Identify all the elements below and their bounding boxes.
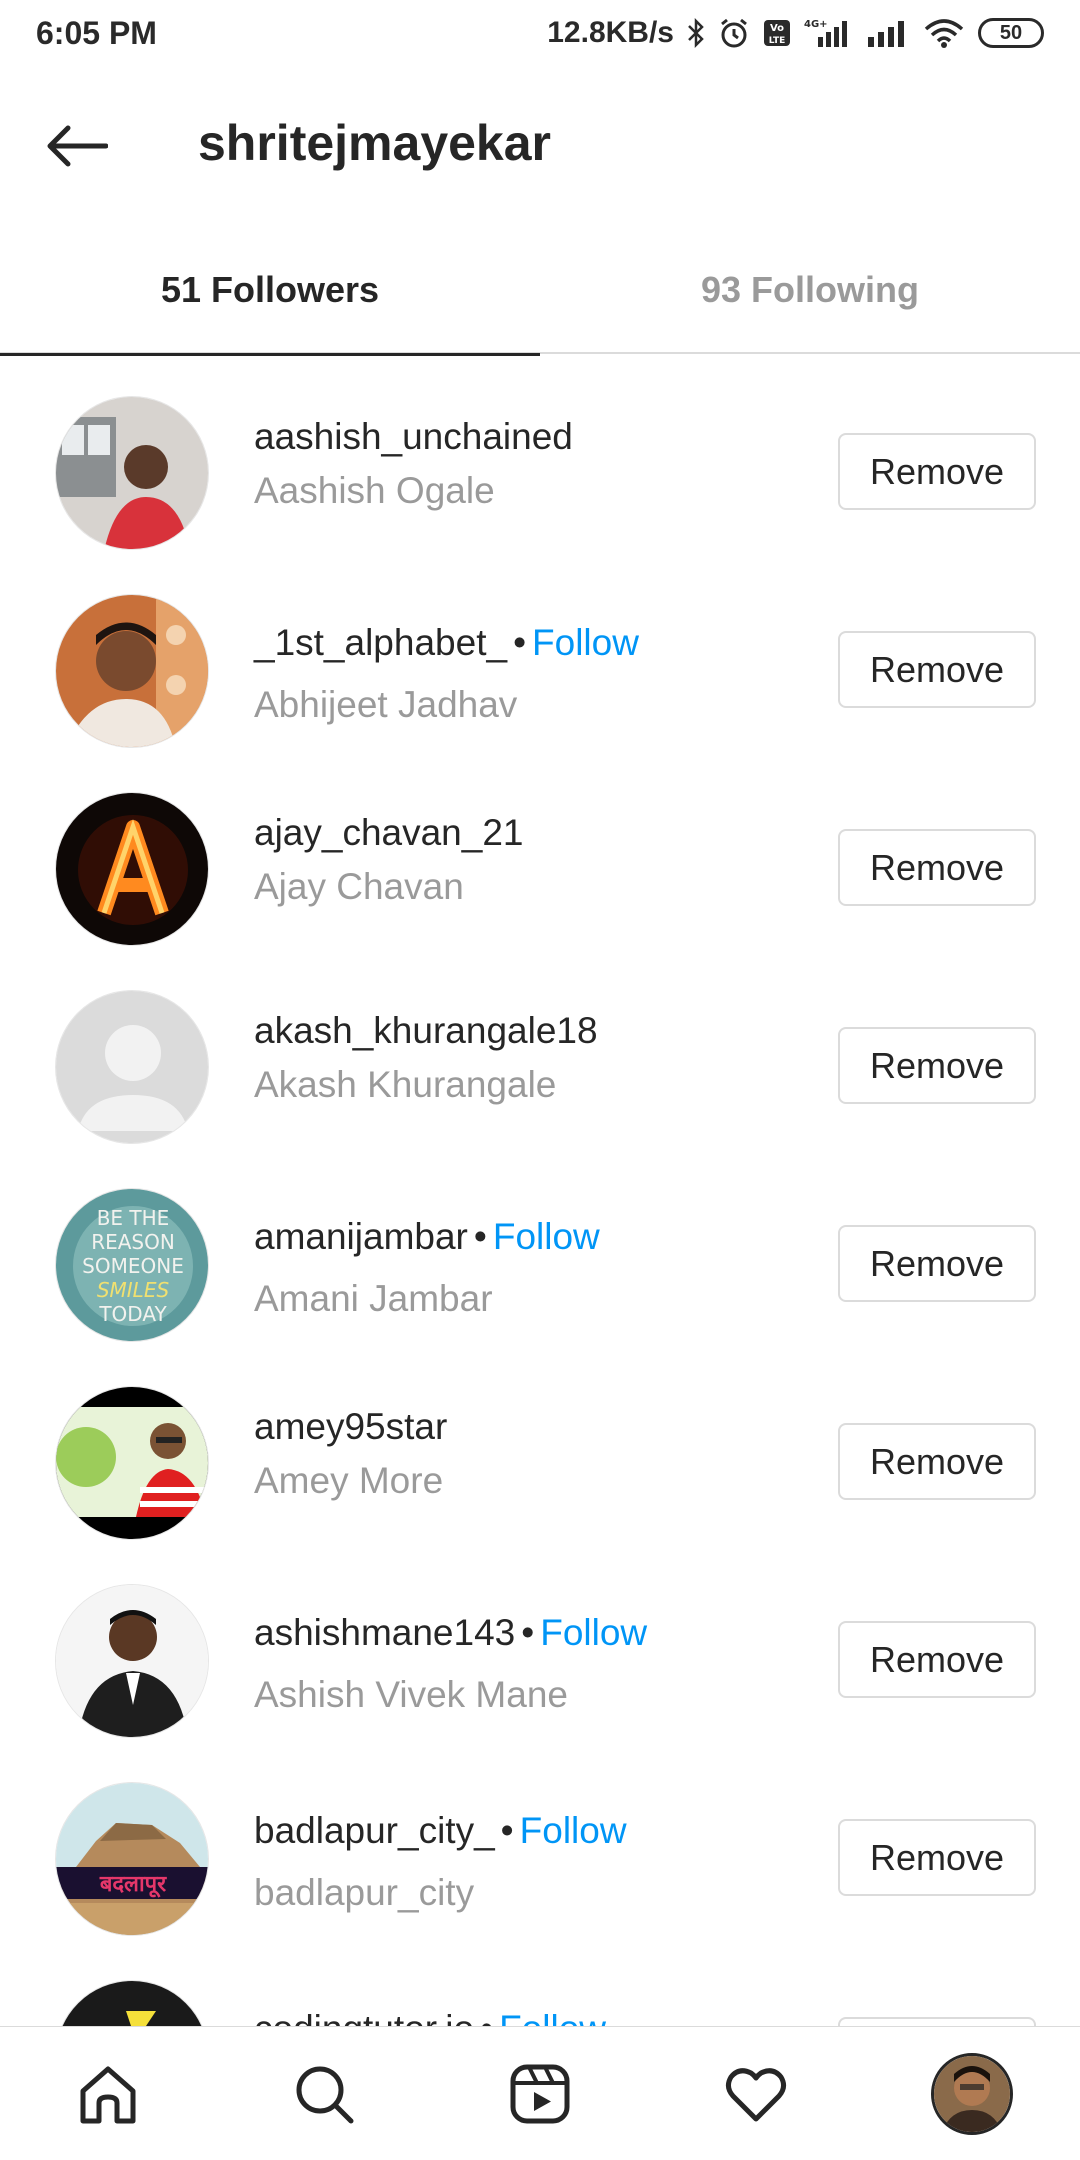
remove-button[interactable]: Remove <box>838 2017 1036 2026</box>
home-icon <box>80 2066 136 2123</box>
list-item[interactable]: _1st_alphabet_ • Follow Abhijeet Jadhav Re… <box>0 594 1080 792</box>
status-icons: 12.8KB/s Vo LTE 4G+ 50 <box>547 16 1044 50</box>
bottom-nav <box>0 2026 1080 2160</box>
signal-icon <box>868 21 904 47</box>
search-icon <box>296 2066 354 2123</box>
list-item[interactable]: amey95star Amey More Remove <box>0 1386 1080 1584</box>
full-name: Ashish Vivek Mane <box>254 1674 568 1715</box>
avatar[interactable] <box>55 1386 209 1540</box>
nav-home[interactable] <box>58 2044 158 2144</box>
list-item[interactable]: ajay_chavan_21 Ajay Chavan Remove <box>0 792 1080 990</box>
svg-text:LTE: LTE <box>769 36 786 46</box>
heart-icon <box>725 2067 787 2121</box>
username[interactable]: _1st_alphabet_ <box>254 622 507 663</box>
avatar[interactable]: बदलापूर <box>55 1782 209 1936</box>
separator-dot: • <box>521 1612 535 1653</box>
username[interactable]: amanijambar <box>254 1216 468 1257</box>
avatar[interactable] <box>55 594 209 748</box>
username[interactable]: ashishmane143 <box>254 1612 515 1653</box>
remove-button[interactable]: Remove <box>838 1819 1036 1896</box>
nav-reels[interactable] <box>490 2044 590 2144</box>
svg-text:Vo: Vo <box>770 23 784 34</box>
avatar[interactable] <box>55 396 209 550</box>
remove-button[interactable]: Remove <box>838 433 1036 510</box>
remove-button[interactable]: Remove <box>838 631 1036 708</box>
nav-profile[interactable] <box>922 2044 1022 2144</box>
full-name: Abhijeet Jadhav <box>254 684 518 725</box>
signal-4g-icon: 4G+ <box>804 19 847 47</box>
nav-search[interactable] <box>274 2044 374 2144</box>
username[interactable]: amey95star <box>254 1406 447 1447</box>
remove-button[interactable]: Remove <box>838 1423 1036 1500</box>
svg-text:बदलापूर: बदलापूर <box>99 1872 167 1898</box>
follow-button[interactable]: Follow <box>540 1612 647 1653</box>
follow-button[interactable]: Follow <box>499 2008 606 2026</box>
status-bar: 6:05 PM 12.8KB/s Vo LTE 4G+ 50 <box>0 0 1080 66</box>
remove-button[interactable]: Remove <box>838 1621 1036 1698</box>
list-item[interactable]: akash_khurangale18 Akash Khurangale Remo… <box>0 990 1080 1188</box>
follow-button[interactable]: Follow <box>532 622 639 663</box>
full-name: badlapur_city <box>254 1872 475 1913</box>
avatar[interactable] <box>55 990 209 1144</box>
page-title: shritejmayekar <box>198 115 552 171</box>
profile-avatar <box>931 2052 1013 2135</box>
follow-button[interactable]: Follow <box>493 1216 600 1257</box>
separator-dot: • <box>473 1216 487 1257</box>
battery-icon: 50 <box>978 18 1044 48</box>
full-name: Aashish Ogale <box>254 470 495 511</box>
svg-text:4G+: 4G+ <box>804 19 828 30</box>
list-item[interactable]: बदलापूर badlapur_city_ • Follow badlapur_c… <box>0 1782 1080 1980</box>
status-time: 6:05 PM <box>36 14 157 51</box>
svg-text:REASON: REASON <box>91 1230 175 1254</box>
list-item[interactable]: aashish_unchained Aashish Ogale Remove <box>0 396 1080 594</box>
svg-text:SMILES: SMILES <box>97 1278 170 1302</box>
avatar[interactable] <box>55 1584 209 1738</box>
remove-button[interactable]: Remove <box>838 1225 1036 1302</box>
separator-dot: • <box>500 1810 514 1851</box>
list-item[interactable]: ashishmane143 • Follow Ashish Vivek Mane R… <box>0 1584 1080 1782</box>
arrow-left-icon <box>47 125 108 167</box>
username[interactable]: akash_khurangale18 <box>254 1010 598 1051</box>
full-name: Amey More <box>254 1460 444 1501</box>
svg-text:TODAY: TODAY <box>98 1302 167 1326</box>
wifi-icon <box>924 19 964 48</box>
reels-icon <box>510 2064 570 2123</box>
username[interactable]: ajay_chavan_21 <box>254 812 524 853</box>
list-item[interactable]: codingtutor.io • Follow Remove <box>0 1980 1080 2026</box>
nav-activity[interactable] <box>706 2044 806 2144</box>
remove-button[interactable]: Remove <box>838 829 1036 906</box>
remove-button[interactable]: Remove <box>838 1027 1036 1104</box>
battery-level: 50 <box>999 21 1023 44</box>
alarm-icon <box>721 18 747 48</box>
network-speed: 12.8KB/s <box>547 16 674 49</box>
bluetooth-icon <box>688 17 704 49</box>
svg-text:SOMEONE: SOMEONE <box>82 1254 184 1278</box>
header: shritejmayekar <box>0 66 1080 226</box>
tab-bar: 51 Followers 93 Following <box>0 226 1080 356</box>
svg-text:BE THE: BE THE <box>97 1206 170 1230</box>
separator-dot: • <box>513 622 527 663</box>
tab-following[interactable]: 93 Following <box>540 226 1080 354</box>
full-name: Ajay Chavan <box>254 866 464 907</box>
full-name: Akash Khurangale <box>254 1064 557 1105</box>
avatar[interactable] <box>55 792 209 946</box>
volte-icon: Vo LTE <box>764 20 790 46</box>
separator-dot: • <box>480 2008 493 2026</box>
tab-followers[interactable]: 51 Followers <box>0 226 540 356</box>
back-button[interactable] <box>40 116 112 176</box>
username[interactable]: aashish_unchained <box>254 416 573 457</box>
avatar[interactable]: BE THE REASON SOMEONE SMILES TODAY <box>55 1188 209 1342</box>
list-item[interactable]: BE THE REASON SOMEONE SMILES TODAY amanijamb… <box>0 1188 1080 1386</box>
full-name: Amani Jambar <box>254 1278 493 1319</box>
follow-button[interactable]: Follow <box>520 1810 627 1851</box>
username[interactable]: codingtutor.io <box>254 2008 474 2026</box>
followers-list: aashish_unchained Aashish Ogale Remove _… <box>0 396 1080 2026</box>
username[interactable]: badlapur_city_ <box>254 1810 495 1851</box>
avatar[interactable] <box>55 1980 209 2026</box>
